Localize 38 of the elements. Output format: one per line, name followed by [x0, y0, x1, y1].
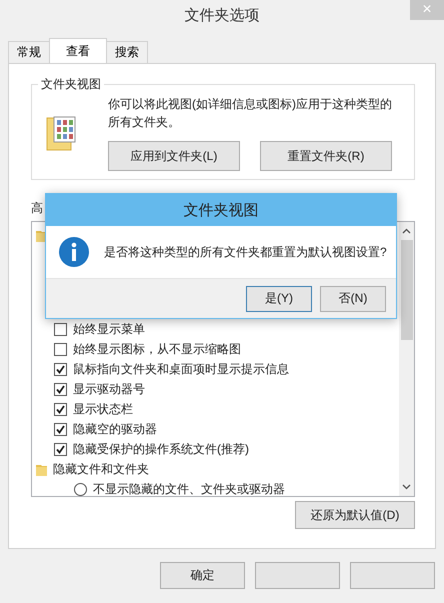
dialog-message: 是否将这种类型的所有文件夹都重置为默认视图设置? [104, 244, 387, 260]
option-label: 隐藏空的驱动器 [73, 420, 157, 438]
checkbox[interactable] [54, 362, 67, 376]
scroll-down-icon[interactable] [402, 484, 411, 490]
tab[interactable]: 常规 [8, 41, 50, 63]
radio-button[interactable] [74, 482, 87, 496]
checkbox[interactable] [54, 422, 67, 436]
scrollbar[interactable] [399, 222, 414, 496]
option-label: 始终显示图标，从不显示缩略图 [73, 340, 241, 358]
option-label: 不显示隐藏的文件、文件夹或驱动器 [93, 480, 285, 496]
dialog-button[interactable]: 否(N) [320, 286, 386, 312]
checkbox[interactable] [54, 342, 67, 356]
tab[interactable]: 搜索 [106, 41, 148, 63]
dialog-title: 文件夹视图 [184, 200, 258, 220]
info-icon [58, 236, 90, 268]
window-title: 文件夹选项 [184, 6, 260, 24]
restore-defaults-button[interactable]: 还原为默认值(D) [295, 501, 415, 529]
checkbox[interactable] [54, 442, 67, 456]
section-label: 高 [31, 200, 43, 217]
folder-icon [36, 462, 47, 476]
folder-grid-icon [46, 115, 76, 153]
folder-button[interactable]: 应用到文件夹(L) [108, 141, 240, 171]
checkbox[interactable] [54, 402, 67, 416]
ok-button[interactable]: 确定 [160, 562, 245, 589]
dialog-button[interactable]: 是(Y) [246, 286, 312, 312]
folder-button[interactable]: 重置文件夹(R) [260, 141, 392, 171]
scroll-up-icon[interactable] [402, 228, 411, 234]
description-text: 你可以将此视图(如详细信息或图标)应用于这种类型的所有文件夹。 [108, 96, 393, 131]
option-label: 始终显示菜单 [73, 320, 145, 338]
group-title: 文件夹视图 [40, 76, 102, 93]
checkbox[interactable] [54, 382, 67, 396]
option-label: 显示状态栏 [73, 400, 133, 418]
option-label: 隐藏受保护的操作系统文件(推荐) [73, 440, 249, 458]
option-label: 鼠标指向文件夹和桌面项时显示提示信息 [73, 360, 289, 378]
tab[interactable]: 查看 [49, 38, 107, 63]
option-label: 隐藏文件和文件夹 [53, 460, 149, 478]
checkbox[interactable] [54, 322, 67, 336]
option-label: 显示驱动器号 [73, 380, 145, 398]
